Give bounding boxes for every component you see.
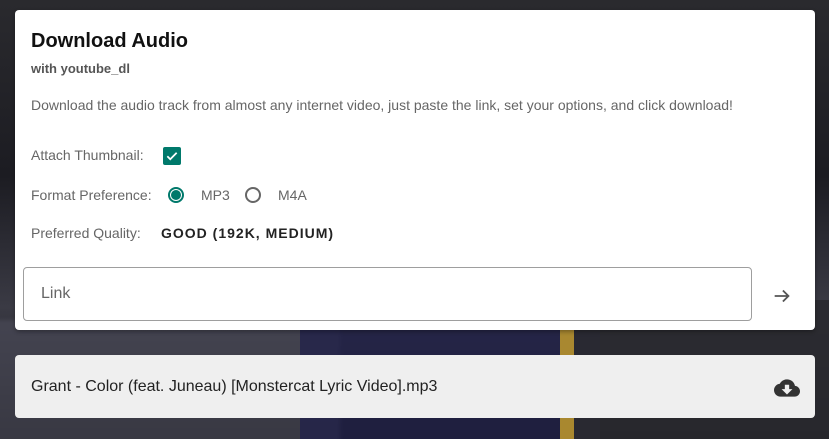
quality-select[interactable]: GOOD (192K, MEDIUM) (161, 225, 334, 241)
format-radio-m4a[interactable] (245, 187, 261, 203)
format-radio-mp3[interactable] (168, 187, 184, 203)
link-input[interactable] (39, 284, 723, 304)
format-label-m4a[interactable]: M4A (278, 187, 307, 203)
link-field[interactable] (23, 267, 752, 321)
submit-link-button[interactable] (769, 283, 795, 309)
format-label: Format Preference: (31, 187, 152, 203)
cloud-download-icon (774, 379, 800, 397)
attach-thumbnail-checkbox[interactable] (163, 147, 181, 165)
page-title: Download Audio (31, 30, 189, 52)
page-subtitle: with youtube_dl (31, 61, 130, 76)
arrow-right-icon (774, 289, 790, 303)
quality-label: Preferred Quality: (31, 225, 141, 241)
thumbnail-label: Attach Thumbnail: (31, 147, 144, 163)
check-icon (166, 152, 178, 161)
format-label-mp3[interactable]: MP3 (201, 187, 230, 203)
download-audio-card: Download Audio with youtube_dl Download … (15, 10, 815, 330)
download-file-button[interactable] (773, 374, 801, 402)
download-file-name: Grant - Color (feat. Juneau) [Monstercat… (31, 378, 438, 395)
description-text: Download the audio track from almost any… (31, 97, 733, 113)
radio-selected-dot (171, 190, 181, 200)
download-item: Grant - Color (feat. Juneau) [Monstercat… (15, 355, 815, 418)
